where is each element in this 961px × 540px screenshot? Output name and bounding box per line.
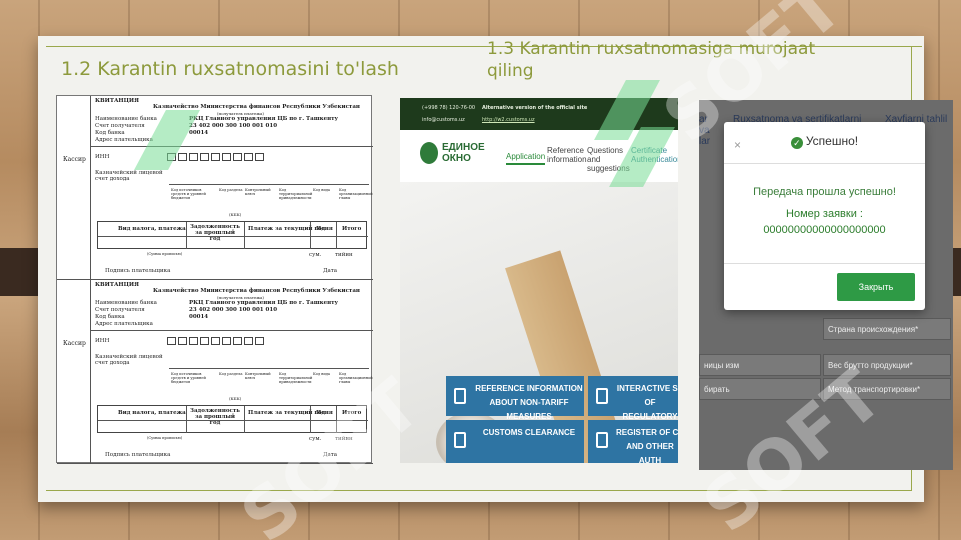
bottom-rule bbox=[46, 490, 912, 491]
site-mail-link[interactable]: info@customs.uz bbox=[422, 117, 465, 123]
modal-header: × ✓ Успешно! bbox=[724, 122, 925, 164]
cashier-label: Кассир bbox=[63, 156, 86, 163]
modal-body: Передача прошла успешно! Номер заявки : … bbox=[724, 164, 925, 264]
left-link-select[interactable]: бирать bbox=[699, 378, 821, 400]
receipt-heading: КВИТАНЦИЯ bbox=[95, 98, 139, 104]
shield-icon bbox=[596, 388, 608, 404]
request-label: Номер заявки : bbox=[786, 208, 863, 220]
person-icon bbox=[454, 432, 466, 448]
tile-interactive[interactable]: INTERACTIVE SE OF REGULATORY AU bbox=[588, 376, 678, 435]
left-link-units[interactable]: ницы изм bbox=[699, 354, 821, 376]
field-transport-method[interactable]: Метод транспортировки* bbox=[823, 378, 951, 400]
modal-message: Передача прошла успешно! bbox=[753, 186, 896, 198]
receipt-top-half: Кассир КВИТАНЦИЯ Казначейство Министерст… bbox=[57, 96, 373, 280]
payment-receipt-image: Кассир КВИТАНЦИЯ Казначейство Министерст… bbox=[56, 95, 373, 464]
site-logo-icon bbox=[420, 142, 438, 164]
close-button[interactable]: Закрыть bbox=[837, 273, 915, 301]
alt-site-link[interactable]: http://w2.customs.uz bbox=[482, 117, 535, 123]
tile-customs-clearance[interactable]: CUSTOMS CLEARANCE bbox=[446, 420, 584, 463]
close-icon[interactable]: × bbox=[734, 138, 741, 152]
field-gross-weight[interactable]: Вес брутто продукции* bbox=[823, 354, 951, 376]
database-icon bbox=[596, 432, 608, 448]
field-origin-country[interactable]: Страна происхождения* bbox=[823, 318, 951, 340]
check-icon: ✓ bbox=[790, 137, 803, 149]
tile-register[interactable]: REGISTER OF CU AND OTHER AUTH bbox=[588, 420, 678, 463]
right-edge-bar bbox=[953, 248, 961, 296]
receipt-table: Вид налога, платежа Задолженность за про… bbox=[97, 221, 368, 249]
slide-title-right: 1.3 Karantin ruxsatnomasiga murojaat qil… bbox=[487, 39, 816, 81]
book-icon bbox=[454, 388, 466, 404]
slide-title-left: 1.2 Karantin ruxsatnomasini to'lash bbox=[61, 58, 399, 80]
nav-reference[interactable]: Reference information bbox=[547, 146, 587, 164]
modal-title: Успешно! bbox=[805, 134, 859, 148]
receipt-left-column: Кассир bbox=[57, 96, 91, 279]
tab-left[interactable]: ar va lar bbox=[699, 114, 719, 147]
nav-application[interactable]: Application bbox=[506, 152, 546, 165]
request-number: 00000000000000000000 bbox=[763, 224, 886, 236]
site-logo[interactable]: ЕДИНОЕ ОКНО bbox=[442, 142, 485, 164]
success-modal: × ✓ Успешно! Передача прошла успешно! Ном… bbox=[724, 122, 925, 310]
receipt-bottom-half: Кассир КВИТАНЦИЯ Казначейство Министерст… bbox=[57, 280, 373, 464]
tile-reference-info[interactable]: REFERENCE INFORMATION ABOUT NON-TARIFF M… bbox=[446, 376, 584, 421]
